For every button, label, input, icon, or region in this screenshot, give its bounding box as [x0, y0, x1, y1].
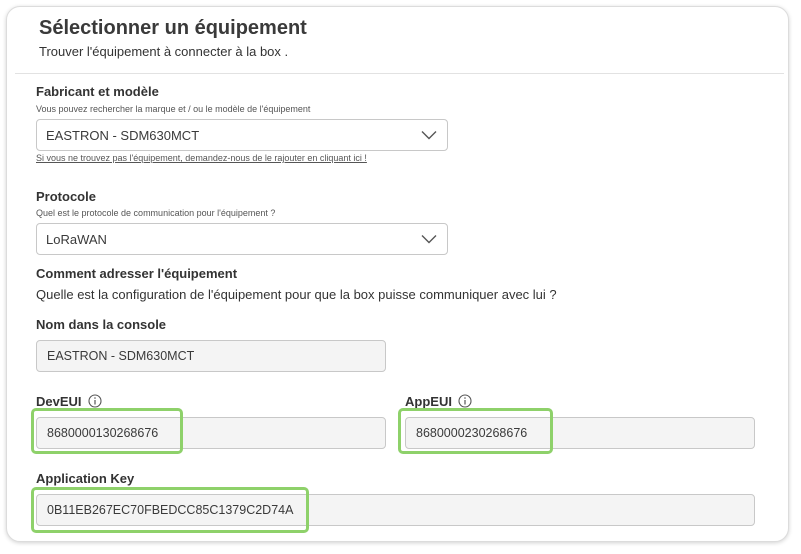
console-name-value: EASTRON - SDM630MCT	[47, 349, 195, 363]
app-key-label: Application Key	[36, 471, 135, 486]
protocol-select-value: LoRaWAN	[46, 231, 107, 247]
app-eui-input[interactable]: 8680000230268676	[405, 417, 755, 449]
app-eui-label-row: AppEUI	[405, 394, 472, 409]
manufacturer-hint: Vous pouvez rechercher la marque et / ou…	[36, 104, 311, 114]
page-title: Sélectionner un équipement	[39, 17, 307, 39]
protocol-label: Protocole	[36, 189, 96, 204]
manufacturer-select-value: EASTRON - SDM630MCT	[46, 127, 200, 143]
console-name-input[interactable]: EASTRON - SDM630MCT	[36, 340, 386, 372]
addressing-title: Comment adresser l'équipement	[36, 266, 238, 281]
request-equipment-link[interactable]: Si vous ne trouvez pas l'équipement, dem…	[36, 153, 367, 163]
page-subtitle: Trouver l'équipement à connecter à la bo…	[39, 44, 289, 59]
chevron-down-icon	[421, 235, 437, 244]
dev-eui-label-row: DevEUI	[36, 394, 102, 409]
app-eui-value: 8680000230268676	[416, 426, 528, 440]
protocol-select[interactable]: LoRaWAN	[36, 223, 448, 255]
info-icon[interactable]	[458, 394, 472, 408]
app-key-input[interactable]: 0B11EB267EC70FBEDCC85C1379C2D74A	[36, 494, 755, 526]
app-eui-label: AppEUI	[405, 394, 452, 409]
addressing-description: Quelle est la configuration de l'équipem…	[36, 287, 557, 302]
equipment-selection-card: Sélectionner un équipement Trouver l'équ…	[6, 6, 789, 542]
dev-eui-value: 8680000130268676	[47, 426, 159, 440]
dev-eui-input[interactable]: 8680000130268676	[36, 417, 386, 449]
chevron-down-icon	[421, 131, 437, 140]
manufacturer-select[interactable]: EASTRON - SDM630MCT	[36, 119, 448, 151]
protocol-hint: Quel est le protocole de communication p…	[36, 208, 276, 218]
header-divider	[15, 73, 784, 74]
manufacturer-label: Fabricant et modèle	[36, 84, 159, 99]
info-icon[interactable]	[87, 394, 102, 408]
dev-eui-label: DevEUI	[36, 394, 82, 409]
console-name-label: Nom dans la console	[36, 317, 167, 332]
app-key-value: 0B11EB267EC70FBEDCC85C1379C2D74A	[47, 503, 294, 517]
